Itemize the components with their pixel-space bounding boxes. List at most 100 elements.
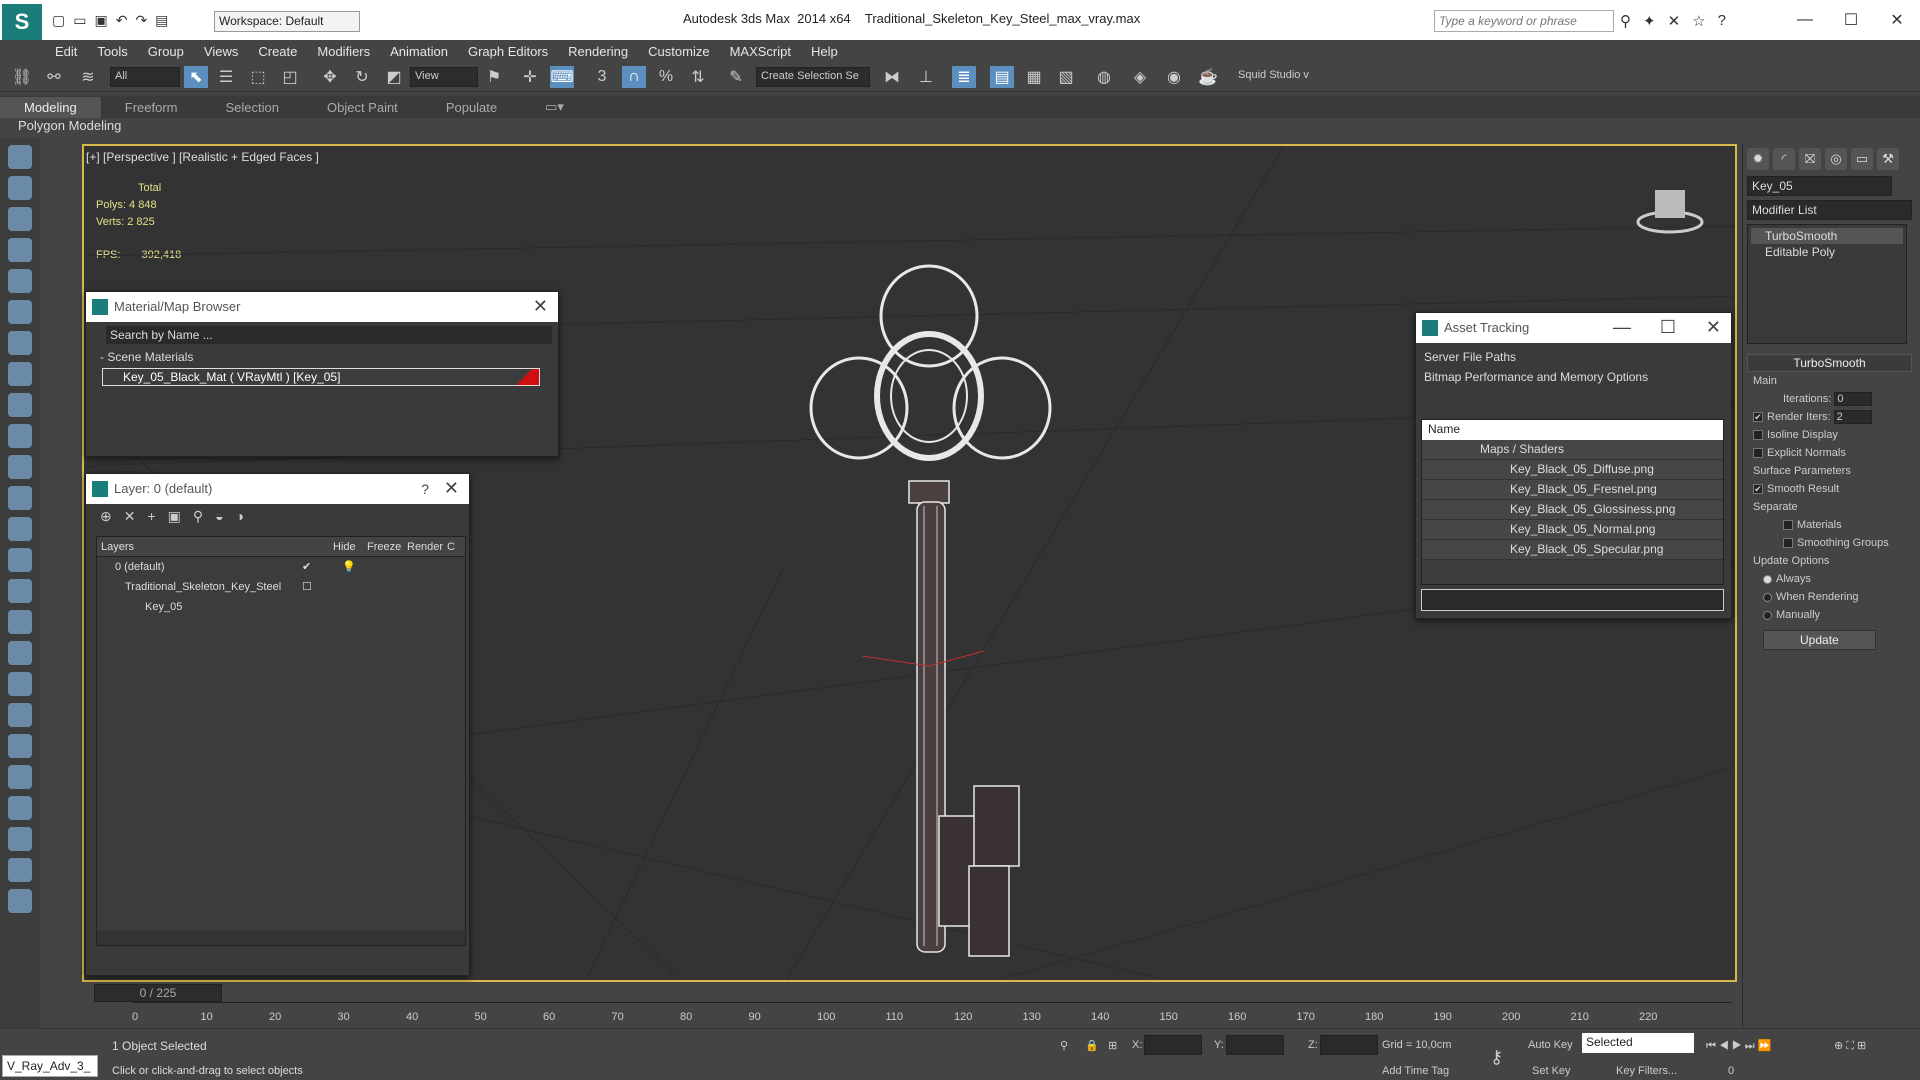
asset-row[interactable]: Key_Black_05_Normal.png bbox=[1422, 520, 1723, 540]
save-icon[interactable]: ▣ bbox=[94, 12, 107, 29]
squid-studio-button[interactable]: Squid Studio v bbox=[1234, 67, 1314, 87]
dynamics-icon[interactable] bbox=[8, 641, 32, 665]
stack-item-turbosmooth[interactable]: TurboSmooth bbox=[1751, 228, 1903, 244]
add-to-layer-icon[interactable]: + bbox=[147, 508, 155, 526]
close-icon[interactable]: ✕ bbox=[444, 478, 459, 499]
col-render[interactable]: Render bbox=[407, 537, 447, 556]
binoculars-icon[interactable]: ⚲ bbox=[1620, 12, 1631, 30]
percent-snap-icon[interactable]: % bbox=[654, 66, 678, 88]
link-icon[interactable]: ⛓ bbox=[10, 66, 34, 88]
menu-group[interactable]: Group bbox=[148, 44, 184, 59]
app-logo-icon[interactable]: S bbox=[2, 4, 42, 40]
z-coordinate-field[interactable] bbox=[1320, 1035, 1378, 1055]
cloth-icon[interactable] bbox=[8, 796, 32, 820]
menu-edit[interactable]: Edit bbox=[55, 44, 77, 59]
skeleton-key-model[interactable] bbox=[809, 264, 1052, 957]
menu-server[interactable]: Server bbox=[1424, 350, 1459, 364]
subscription-icon[interactable]: ✦ bbox=[1643, 12, 1656, 30]
menu-options[interactable]: Options bbox=[1607, 370, 1648, 384]
mirror-icon[interactable]: ⧓ bbox=[880, 66, 904, 88]
tab-selection[interactable]: Selection bbox=[202, 100, 303, 115]
selection-filter-dropdown[interactable]: All bbox=[110, 67, 180, 87]
smooth-result-checkbox[interactable]: ✔ bbox=[1753, 484, 1763, 495]
menu-maxscript[interactable]: MAXScript bbox=[730, 44, 791, 59]
align-icon[interactable]: ⊥ bbox=[914, 66, 938, 88]
update-button[interactable]: Update bbox=[1763, 630, 1876, 650]
particle-icon[interactable] bbox=[8, 610, 32, 634]
delete-layer-icon[interactable]: ✕ bbox=[124, 508, 136, 526]
lock-icon[interactable]: 🔒 bbox=[1085, 1039, 1099, 1052]
minimize-icon[interactable]: — bbox=[1613, 317, 1631, 338]
render-iters-checkbox[interactable]: ✔ bbox=[1753, 412, 1763, 423]
edit-named-selection-icon[interactable]: ✎ bbox=[724, 66, 748, 88]
bind-space-warp-icon[interactable]: ≋ bbox=[76, 66, 100, 88]
keyboard-shortcut-icon[interactable]: ⌨ bbox=[550, 66, 574, 88]
search-input[interactable]: Type a keyword or phrase bbox=[1434, 10, 1614, 32]
material-browser-titlebar[interactable]: Material/Map Browser ✕ bbox=[86, 292, 558, 322]
layer-manager-titlebar[interactable]: Layer: 0 (default) ? ✕ bbox=[86, 474, 469, 504]
unlink-icon[interactable]: ⚯ bbox=[42, 66, 66, 88]
material-search-input[interactable]: Search by Name ... bbox=[106, 326, 552, 344]
minimize-icon[interactable]: — bbox=[1782, 0, 1828, 40]
hierarchy-tab-icon[interactable]: ⛝ bbox=[1799, 148, 1821, 170]
scale-icon[interactable]: ◩ bbox=[382, 66, 406, 88]
menu-tools[interactable]: Tools bbox=[97, 44, 127, 59]
layer-checkbox[interactable]: ☐ bbox=[302, 577, 312, 597]
plane-icon[interactable] bbox=[8, 393, 32, 417]
select-by-name-icon[interactable]: ☰ bbox=[214, 66, 238, 88]
menu-customize[interactable]: Customize bbox=[648, 44, 709, 59]
absolute-mode-icon[interactable]: ⊞ bbox=[1108, 1039, 1117, 1052]
plant-icon[interactable] bbox=[8, 734, 32, 758]
current-layer-check-icon[interactable]: ✔ bbox=[302, 557, 311, 577]
x-coordinate-field[interactable] bbox=[1144, 1035, 1202, 1055]
sun-icon[interactable] bbox=[8, 548, 32, 572]
communication-icon[interactable]: ✕ bbox=[1668, 12, 1681, 30]
col-name[interactable]: Name bbox=[1422, 420, 1723, 440]
y-coordinate-field[interactable] bbox=[1226, 1035, 1284, 1055]
select-in-layer-icon[interactable]: ▣ bbox=[168, 508, 181, 526]
scene-icon[interactable] bbox=[8, 858, 32, 882]
close-icon[interactable]: ✕ bbox=[533, 296, 548, 317]
add-time-tag[interactable]: Add Time Tag bbox=[1382, 1065, 1449, 1077]
tab-object-paint[interactable]: Object Paint bbox=[303, 100, 422, 115]
cone-icon[interactable] bbox=[8, 517, 32, 541]
move-icon[interactable]: ✥ bbox=[318, 66, 342, 88]
favorites-icon[interactable]: ☆ bbox=[1692, 12, 1705, 30]
asset-row[interactable]: Key_Black_05_Fresnel.png bbox=[1422, 480, 1723, 500]
key-filters-button[interactable]: Key Filters... bbox=[1616, 1065, 1677, 1077]
key-selection-dropdown[interactable]: Selected bbox=[1582, 1033, 1694, 1053]
object-name-field[interactable]: Key_05 bbox=[1747, 176, 1892, 196]
scene-explorer-icon[interactable]: ≣ bbox=[952, 66, 976, 88]
modifier-list-dropdown[interactable]: Modifier List bbox=[1747, 200, 1912, 220]
current-frame-field[interactable]: 0 bbox=[1728, 1065, 1734, 1077]
menu-graph-editors[interactable]: Graph Editors bbox=[468, 44, 548, 59]
open-file-icon[interactable]: ▭ bbox=[73, 12, 86, 29]
rotate-icon[interactable]: ↻ bbox=[350, 66, 374, 88]
close-icon[interactable]: ✕ bbox=[1706, 317, 1721, 338]
maxscript-listener[interactable]: V_Ray_Adv_3_ bbox=[2, 1055, 98, 1077]
menu-rendering[interactable]: Rendering bbox=[568, 44, 628, 59]
spinner-snap-icon[interactable]: ⇅ bbox=[686, 66, 710, 88]
viewport-icon[interactable] bbox=[8, 176, 32, 200]
render-production-icon[interactable]: ☕ bbox=[1196, 66, 1220, 88]
camera-icon[interactable] bbox=[8, 300, 32, 324]
rect-selection-icon[interactable]: ⬚ bbox=[246, 66, 270, 88]
layer-row[interactable]: Key_05 bbox=[97, 597, 465, 617]
set-key-icon[interactable]: ⚷ bbox=[1490, 1047, 1503, 1068]
help-icon[interactable]: ? bbox=[1718, 12, 1726, 30]
select-object-icon[interactable]: ⬉ bbox=[184, 66, 208, 88]
schematic-view-icon[interactable]: ◍ bbox=[1092, 66, 1116, 88]
materials-checkbox[interactable] bbox=[1783, 520, 1793, 531]
dome-icon[interactable] bbox=[8, 424, 32, 448]
isolate-icon[interactable]: ⚲ bbox=[1060, 1039, 1068, 1052]
angle-snap-icon[interactable]: ∩ bbox=[622, 66, 646, 88]
asset-tracking-titlebar[interactable]: Asset Tracking — ☐ ✕ bbox=[1416, 313, 1731, 343]
col-layers[interactable]: Layers bbox=[97, 537, 333, 556]
always-radio[interactable] bbox=[1763, 574, 1772, 584]
ball-icon[interactable] bbox=[8, 579, 32, 603]
sphere-icon[interactable] bbox=[8, 455, 32, 479]
smoothing-groups-checkbox[interactable] bbox=[1783, 538, 1793, 549]
polygon-modeling-panel[interactable]: Polygon Modeling bbox=[0, 118, 1920, 138]
stack-item-editable-poly[interactable]: Editable Poly bbox=[1751, 244, 1903, 260]
new-file-icon[interactable]: ▢ bbox=[52, 12, 65, 29]
